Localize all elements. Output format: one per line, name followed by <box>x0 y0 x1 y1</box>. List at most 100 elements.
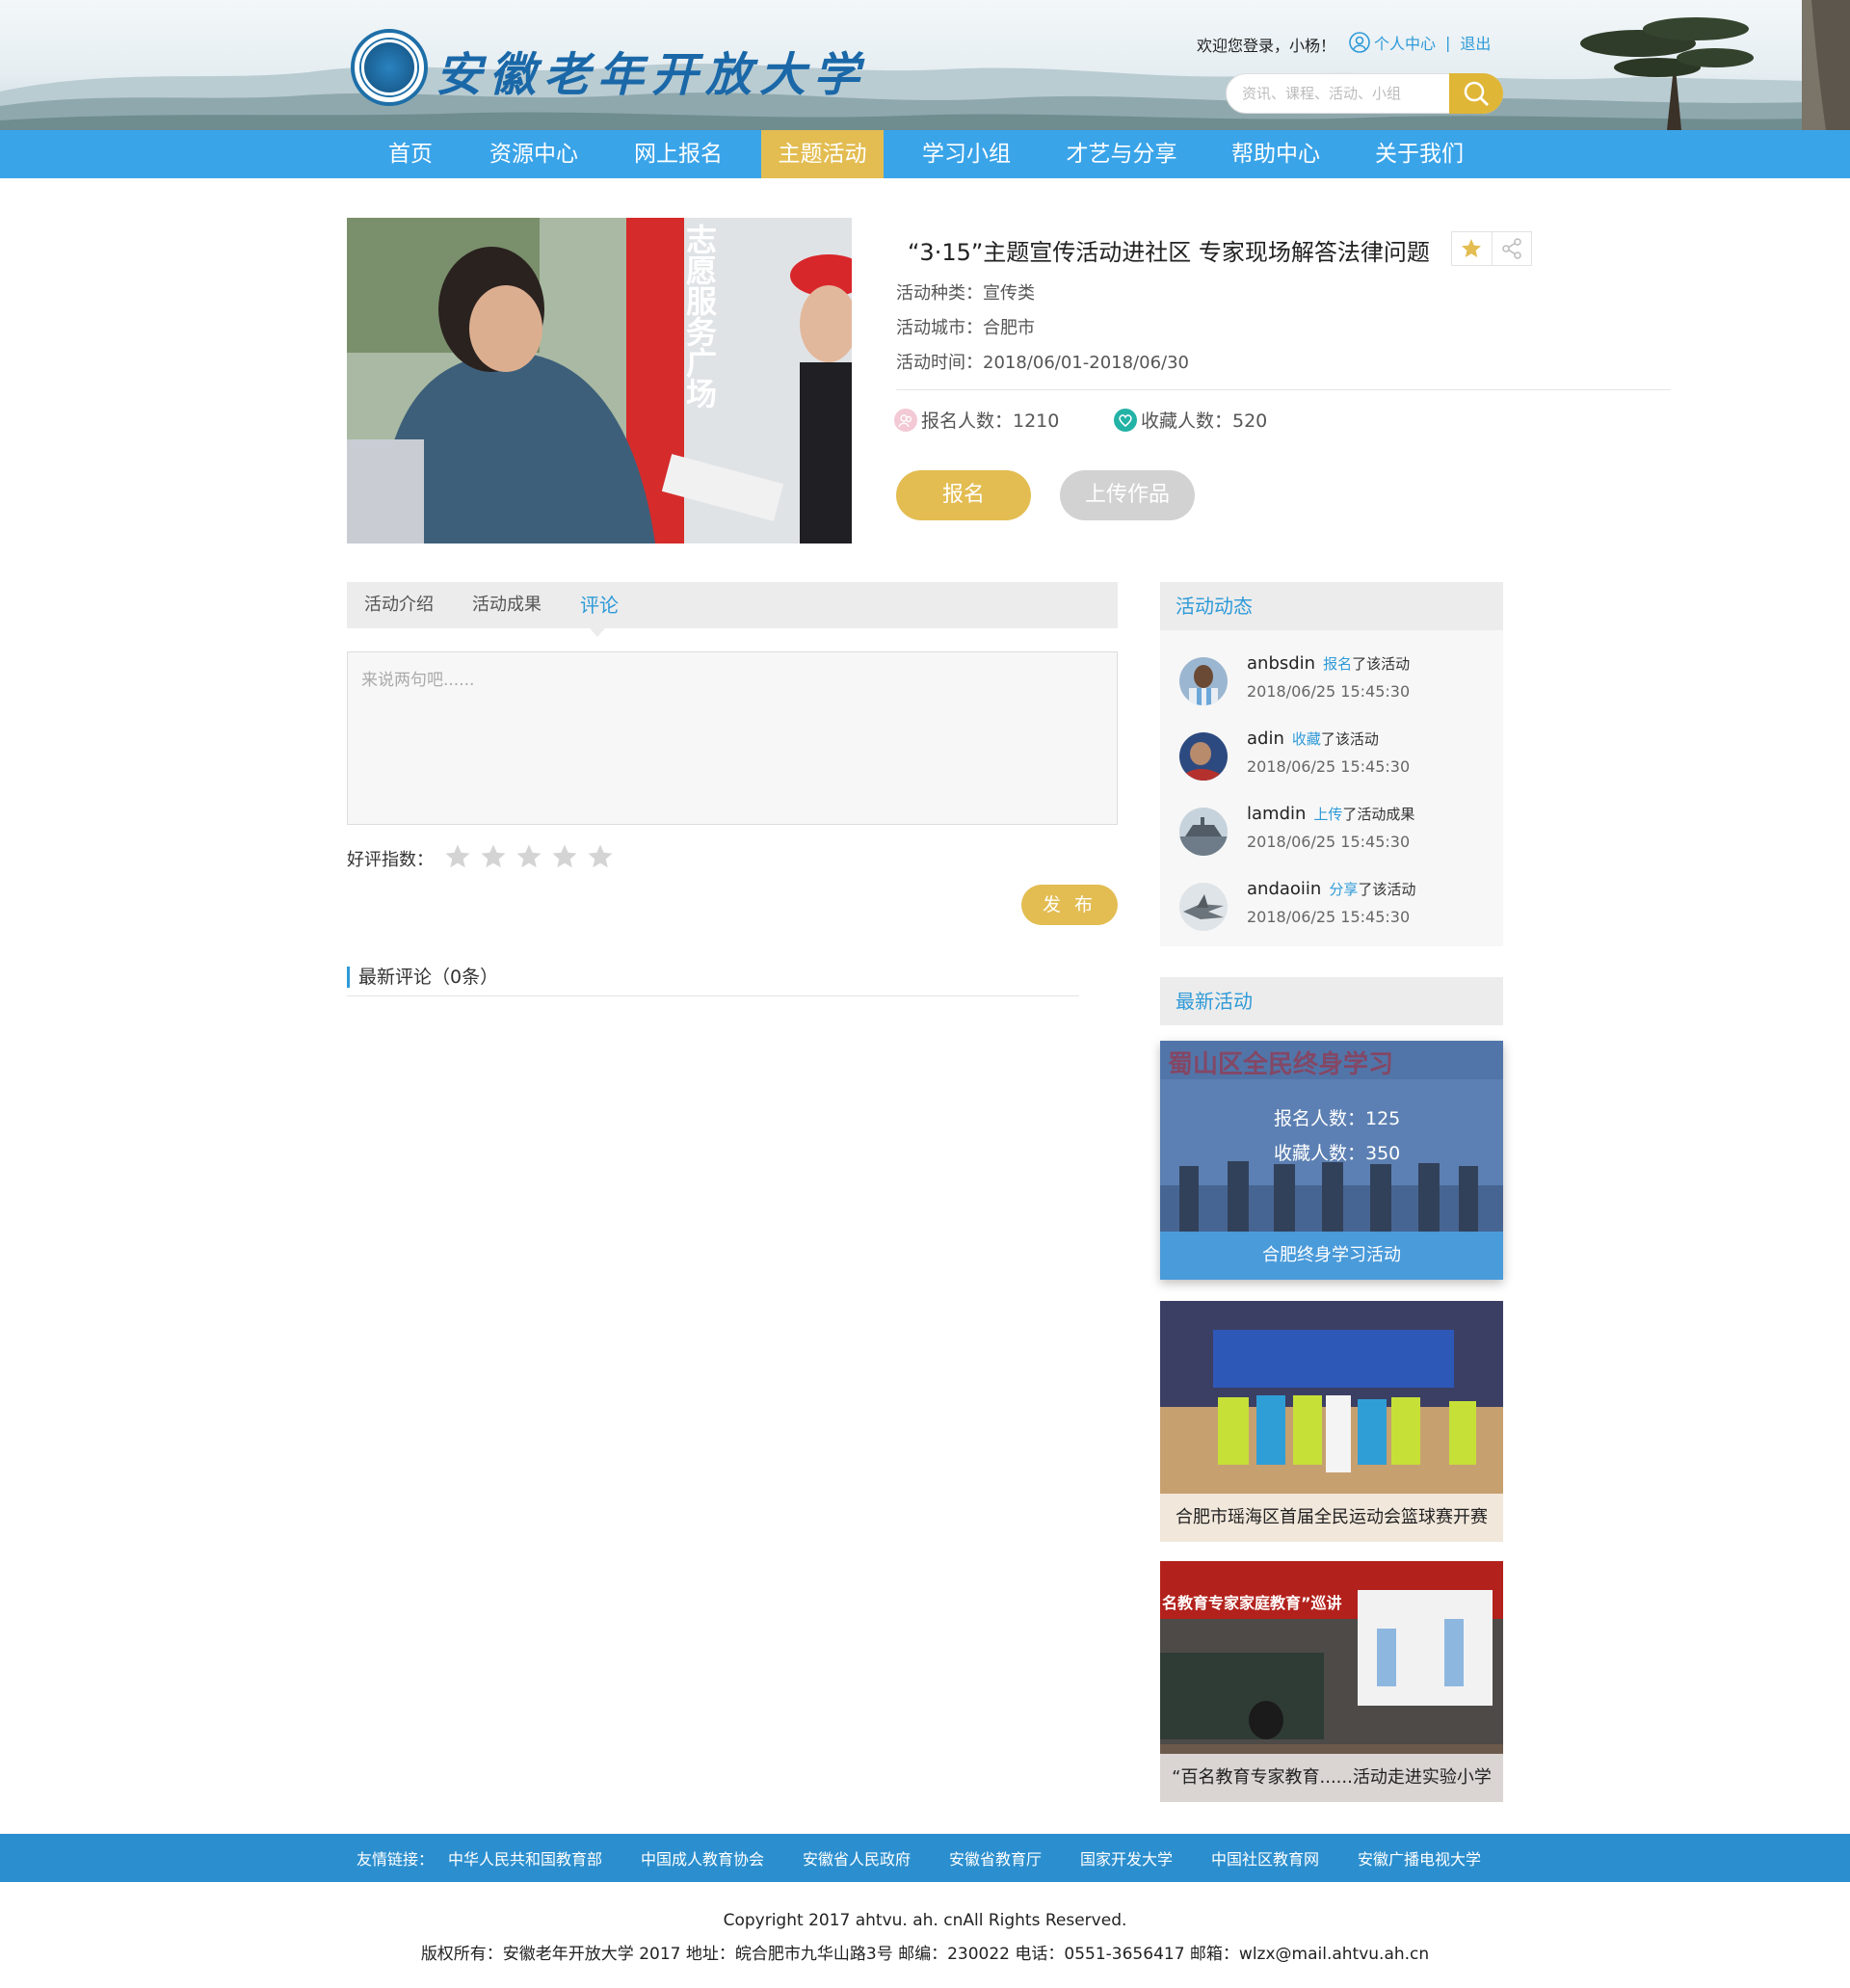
comment-area <box>347 651 1118 825</box>
nav-study-groups[interactable]: 学习小组 <box>908 130 1025 178</box>
star-icon <box>1462 239 1482 257</box>
nav-theme-activities[interactable]: 主题活动 <box>761 130 884 178</box>
signup-button[interactable]: 报名 <box>896 470 1031 520</box>
avatar[interactable] <box>1179 808 1228 856</box>
activity-time: 活动时间：2018/06/01-2018/06/30 <box>896 353 1189 373</box>
share-icon <box>1502 238 1521 259</box>
feed-item: lamdin 上传了活动成果 2018/06/25 15:45:30 <box>1179 804 1497 858</box>
activity-city: 活动城市：合肥市 <box>896 318 1035 338</box>
comment-input[interactable] <box>348 652 1117 824</box>
nav-home[interactable]: 首页 <box>370 130 451 178</box>
card-caption[interactable]: 合肥终身学习活动 <box>1160 1232 1503 1280</box>
activity-title: “3·15”主题宣传活动进社区 专家现场解答法律问题 <box>908 239 1430 266</box>
user-center-link[interactable]: 个人中心 <box>1374 31 1436 54</box>
feed-time: 2018/06/25 15:45:30 <box>1247 757 1411 776</box>
activity-card[interactable]: 蜀山区全民终身学习 报名人数：125 收藏人数：350 合肥终身学习活动 <box>1160 1041 1503 1280</box>
feed-user-name[interactable]: anbsdin <box>1247 653 1315 674</box>
search-icon <box>1464 81 1489 106</box>
rating-star-icon[interactable] <box>441 842 474 871</box>
latest-comments-header: 最新评论（0条） <box>347 967 498 988</box>
feed-time: 2018/06/25 15:45:30 <box>1247 833 1411 851</box>
footer-link[interactable]: 安徽省人民政府 <box>803 1846 911 1869</box>
rating-star-icon[interactable] <box>513 842 545 871</box>
publish-button[interactable]: 发 布 <box>1021 885 1118 925</box>
footer-link[interactable]: 中华人民共和国教育部 <box>448 1846 602 1869</box>
tab-results[interactable]: 活动成果 <box>472 582 542 628</box>
rating-star-icon[interactable] <box>584 842 617 871</box>
card-favorite-count: 收藏人数：350 <box>1274 1143 1401 1164</box>
activity-type: 活动种类：宣传类 <box>896 283 1035 304</box>
feed-time: 2018/06/25 15:45:30 <box>1247 908 1411 926</box>
activity-card[interactable]: 合肥市瑶海区首届全民运动会篮球赛开赛 <box>1160 1301 1503 1542</box>
activity-card[interactable]: 名教育专家家庭教育”巡讲 “百名教育专家教育......活动走进实验小学 <box>1160 1561 1503 1802</box>
feed-action[interactable]: 收藏 <box>1292 730 1321 748</box>
site-info: 版权所有：安徽老年开放大学 2017 地址：皖合肥市九华山路3号 邮编：2300… <box>420 1945 1430 1964</box>
card-caption[interactable]: 合肥市瑶海区首届全民运动会篮球赛开赛 <box>1160 1494 1503 1542</box>
feed-user-name[interactable]: adin <box>1247 729 1284 749</box>
favorite-count: 收藏人数：520 <box>1141 411 1268 432</box>
feed-action[interactable]: 分享 <box>1329 881 1358 898</box>
feed-action[interactable]: 报名 <box>1323 655 1352 673</box>
signup-count: 报名人数：1210 <box>921 411 1060 432</box>
people-icon <box>894 408 917 432</box>
copyright: Copyright 2017 ahtvu. ah. cnAll Rights R… <box>723 1911 1127 1930</box>
brand-name[interactable]: 安徽老年开放大学 <box>436 37 867 104</box>
nav-about-us[interactable]: 关于我们 <box>1361 130 1478 178</box>
latest-comments-divider <box>347 995 1079 996</box>
feed-action-rest: 了活动成果 <box>1342 806 1415 823</box>
nav-resources[interactable]: 资源中心 <box>475 130 593 178</box>
feed-action-rest: 了该活动 <box>1320 730 1379 748</box>
rating-stars <box>441 842 620 871</box>
link-separator: | <box>1445 33 1451 52</box>
content-tabs: 活动介绍 活动成果 评论 <box>347 582 1118 628</box>
active-tab-indicator <box>590 628 605 637</box>
nav-help-center[interactable]: 帮助中心 <box>1217 130 1335 178</box>
card-caption[interactable]: “百名教育专家教育......活动走进实验小学 <box>1160 1754 1503 1802</box>
feed-time: 2018/06/25 15:45:30 <box>1247 682 1411 701</box>
upload-work-button[interactable]: 上传作品 <box>1060 470 1195 520</box>
search-input[interactable] <box>1242 82 1435 105</box>
tab-intro[interactable]: 活动介绍 <box>364 582 434 628</box>
footer-link[interactable]: 安徽省教育厅 <box>949 1846 1042 1869</box>
avatar[interactable] <box>1179 883 1228 931</box>
friend-links-bar: 友情链接： 中华人民共和国教育部 中国成人教育协会 安徽省人民政府 安徽省教育厅… <box>0 1834 1850 1882</box>
nav-online-signup[interactable]: 网上报名 <box>620 130 737 178</box>
feed-user-name[interactable]: andaoiin <box>1247 879 1321 899</box>
welcome-text: 欢迎您登录，小杨！ <box>1197 37 1336 55</box>
feed-action-rest: 了该活动 <box>1352 655 1411 673</box>
activity-photo: 志愿服务广场 <box>347 218 852 543</box>
footer-link[interactable]: 中国成人教育协会 <box>641 1846 764 1869</box>
card-signup-count: 报名人数：125 <box>1274 1108 1401 1129</box>
logout-link[interactable]: 退出 <box>1460 31 1491 54</box>
activity-actions <box>1451 231 1532 266</box>
site-header: 安徽老年开放大学 欢迎您登录，小杨！ 个人中心 | 退出 <box>0 0 1850 130</box>
avatar[interactable] <box>1179 732 1228 781</box>
share-button[interactable] <box>1491 232 1532 265</box>
favorite-button[interactable] <box>1452 232 1492 265</box>
latest-activities-header: 最新活动 <box>1160 977 1503 1025</box>
university-logo[interactable] <box>351 29 428 106</box>
user-links: 个人中心 | 退出 <box>1349 31 1491 54</box>
search-button[interactable] <box>1449 73 1503 114</box>
feed-user-name[interactable]: lamdin <box>1247 804 1306 824</box>
activity-feed-header: 活动动态 <box>1160 582 1503 630</box>
tab-comments[interactable]: 评论 <box>580 582 619 628</box>
feed-action[interactable]: 上传 <box>1313 806 1342 823</box>
rating-star-icon[interactable] <box>548 842 581 871</box>
info-divider <box>896 389 1671 390</box>
feed-action-rest: 了该活动 <box>1358 881 1416 898</box>
nav-talent-share[interactable]: 才艺与分享 <box>1054 130 1189 178</box>
favorite-stat: 收藏人数：520 <box>1114 407 1267 433</box>
footer-link[interactable]: 国家开发大学 <box>1080 1846 1173 1869</box>
avatar[interactable] <box>1179 657 1228 705</box>
card-banner-text: 名教育专家家庭教育”巡讲 <box>1162 1594 1342 1612</box>
feed-item: anbsdin 报名了该活动 2018/06/25 15:45:30 <box>1179 653 1497 707</box>
footer-link[interactable]: 安徽广播电视大学 <box>1358 1846 1481 1869</box>
rating-star-icon[interactable] <box>477 842 510 871</box>
main-nav: 首页 资源中心 网上报名 主题活动 学习小组 才艺与分享 帮助中心 关于我们 <box>0 130 1850 178</box>
activity-feed: anbsdin 报名了该活动 2018/06/25 15:45:30 adin 收藏… <box>1160 630 1503 946</box>
footer-link[interactable]: 中国社区教育网 <box>1211 1846 1319 1869</box>
feed-item: adin 收藏了该活动 2018/06/25 15:45:30 <box>1179 729 1497 782</box>
user-icon <box>1349 32 1370 53</box>
heart-icon <box>1114 408 1137 432</box>
